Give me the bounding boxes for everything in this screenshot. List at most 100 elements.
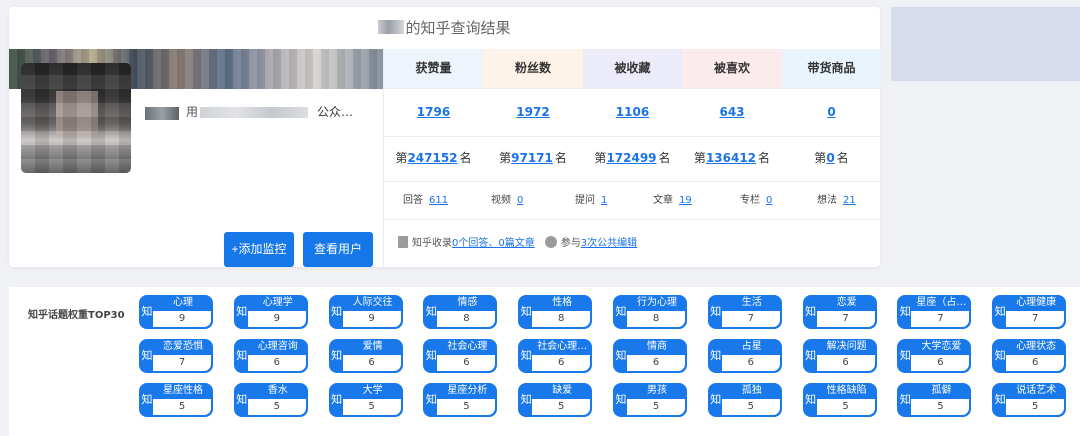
topic-name: 心理咨询 bbox=[257, 341, 298, 352]
rank-number-link[interactable]: 136412 bbox=[706, 151, 756, 165]
answers-link[interactable]: 0个回答、 bbox=[452, 238, 498, 249]
topic-tag[interactable]: 知情商 6 bbox=[613, 339, 687, 373]
count-link[interactable]: 1 bbox=[601, 195, 607, 206]
topic-name: 恋爱 bbox=[836, 297, 857, 308]
topics-label: 知乎话题权重TOP30 bbox=[28, 310, 125, 321]
result-card: 的知乎查询结果 用 公众… +添加监控 查看用户 获赞量 1796 第247152 名… bbox=[9, 7, 881, 267]
count-link[interactable]: 611 bbox=[429, 195, 448, 206]
topic-tag[interactable]: 知缺爱 5 bbox=[518, 383, 593, 417]
stat-header: 粉丝数 bbox=[483, 49, 583, 88]
add-monitor-button[interactable]: +添加监控 bbox=[224, 232, 294, 267]
topic-score: 5 bbox=[532, 399, 591, 415]
topic-score: 9 bbox=[153, 311, 211, 327]
count-link[interactable]: 19 bbox=[679, 195, 692, 206]
topic-tag[interactable]: 知孤僻 5 bbox=[897, 383, 972, 417]
topic-score: 5 bbox=[247, 399, 306, 415]
articles-link[interactable]: 0篇文章 bbox=[498, 238, 534, 249]
stat-rank: 第97171 名 bbox=[499, 151, 567, 165]
topic-tag[interactable]: 知男孩 5 bbox=[613, 383, 687, 417]
avatar[interactable] bbox=[21, 63, 131, 173]
topic-tag[interactable]: 知星座（占… 7 bbox=[897, 295, 972, 329]
topic-tag[interactable]: 知占星 6 bbox=[707, 339, 782, 373]
topic-name: 人际交往 bbox=[352, 297, 393, 308]
stat-rank: 第247152 名 bbox=[395, 151, 472, 165]
topic-score: 7 bbox=[153, 355, 211, 371]
stat-header: 获赞量 bbox=[384, 49, 483, 88]
topic-score: 6 bbox=[437, 355, 496, 371]
topic-score: 5 bbox=[911, 399, 970, 415]
topic-score: 5 bbox=[342, 399, 401, 415]
topic-tag[interactable]: 知孤独 5 bbox=[707, 383, 782, 417]
topic-tag[interactable]: 知生活 7 bbox=[707, 295, 782, 329]
stat-value-link[interactable]: 1796 bbox=[384, 88, 483, 136]
topic-name: 生活 bbox=[741, 297, 762, 308]
rank-number-link[interactable]: 0 bbox=[826, 151, 834, 165]
topic-tag[interactable]: 知社会心理… 6 bbox=[518, 339, 593, 373]
topic-score: 7 bbox=[721, 311, 780, 327]
profile-desc-redacted bbox=[200, 107, 308, 118]
rank-number-link[interactable]: 247152 bbox=[407, 151, 457, 165]
topic-tag[interactable]: 知心理健康 7 bbox=[992, 295, 1067, 329]
topic-score: 9 bbox=[247, 311, 306, 327]
view-user-button[interactable]: 查看用户 bbox=[303, 232, 373, 267]
count-item: 视频 0 bbox=[491, 195, 524, 206]
topic-tag[interactable]: 知恋爱恐惧 7 bbox=[139, 339, 213, 373]
result-title: 的知乎查询结果 bbox=[9, 7, 880, 49]
count-item: 提问 1 bbox=[575, 195, 608, 206]
topic-tag[interactable]: 知恋爱 7 bbox=[802, 295, 877, 329]
topic-score: 5 bbox=[153, 399, 211, 415]
stat-value-link[interactable]: 1972 bbox=[483, 88, 583, 136]
document-icon bbox=[398, 236, 408, 248]
profile-name-redacted bbox=[145, 107, 179, 120]
count-link[interactable]: 21 bbox=[843, 195, 856, 206]
topic-name: 情商 bbox=[647, 341, 667, 352]
stat-value-link[interactable]: 1106 bbox=[583, 88, 682, 136]
topic-name: 行为心理 bbox=[637, 297, 677, 308]
topic-name: 星座性格 bbox=[163, 385, 203, 396]
topic-score: 8 bbox=[532, 311, 591, 327]
count-link[interactable]: 0 bbox=[517, 195, 523, 206]
topic-name: 性格缺陷 bbox=[826, 385, 867, 396]
topic-tag[interactable]: 知性格缺陷 5 bbox=[802, 383, 877, 417]
topic-tag[interactable]: 知行为心理 8 bbox=[613, 295, 687, 329]
count-item: 专栏 0 bbox=[740, 195, 773, 206]
topic-tag[interactable]: 知爱情 6 bbox=[328, 339, 403, 373]
topic-tag[interactable]: 知大学 5 bbox=[328, 383, 403, 417]
topic-tag[interactable]: 知性格 8 bbox=[518, 295, 593, 329]
topic-tag[interactable]: 知说话艺术 5 bbox=[992, 383, 1067, 417]
topic-tag[interactable]: 知星座性格 5 bbox=[139, 383, 213, 417]
topic-tag[interactable]: 知星座分析 5 bbox=[423, 383, 498, 417]
topic-tag[interactable]: 知解决问题 6 bbox=[802, 339, 877, 373]
topic-tag[interactable]: 知香水 5 bbox=[233, 383, 308, 417]
stat-value-link[interactable]: 0 bbox=[782, 88, 881, 136]
topic-score: 7 bbox=[816, 311, 875, 327]
rank-number-link[interactable]: 97171 bbox=[511, 151, 553, 165]
topic-tag[interactable]: 知心理咨询 6 bbox=[233, 339, 308, 373]
topic-score: 5 bbox=[721, 399, 780, 415]
topic-tag[interactable]: 知情感 8 bbox=[423, 295, 498, 329]
stat-rank: 第136412 名 bbox=[693, 151, 771, 165]
topic-tag[interactable]: 知心理状态 6 bbox=[992, 339, 1067, 373]
topic-name: 大学 bbox=[362, 385, 383, 396]
topic-name: 说话艺术 bbox=[1016, 385, 1057, 396]
rank-number-link[interactable]: 172499 bbox=[606, 151, 656, 165]
topic-tag[interactable]: 知心理 9 bbox=[139, 295, 213, 329]
count-item: 回答 611 bbox=[403, 195, 449, 206]
topic-name: 占星 bbox=[741, 341, 762, 352]
topic-name: 社会心理 bbox=[447, 341, 488, 352]
topic-name: 恋爱恐惧 bbox=[163, 341, 203, 352]
count-link[interactable]: 0 bbox=[766, 195, 772, 206]
topic-score: 6 bbox=[721, 355, 780, 371]
topic-name: 缺爱 bbox=[552, 385, 573, 396]
topic-score: 6 bbox=[532, 355, 591, 371]
topic-tag[interactable]: 知人际交往 9 bbox=[328, 295, 403, 329]
stat-value-link[interactable]: 643 bbox=[682, 88, 782, 136]
topic-name: 爱情 bbox=[362, 341, 383, 352]
topic-tag[interactable]: 知大学恋爱 6 bbox=[897, 339, 972, 373]
topic-tag[interactable]: 知心理学 9 bbox=[233, 295, 308, 329]
topic-tag[interactable]: 知社会心理 6 bbox=[423, 339, 498, 373]
edits-link[interactable]: 3次公共编辑 bbox=[581, 238, 637, 249]
topic-name: 孤僻 bbox=[931, 385, 952, 396]
stat-header: 被收藏 bbox=[583, 49, 682, 88]
topic-score: 6 bbox=[342, 355, 401, 371]
